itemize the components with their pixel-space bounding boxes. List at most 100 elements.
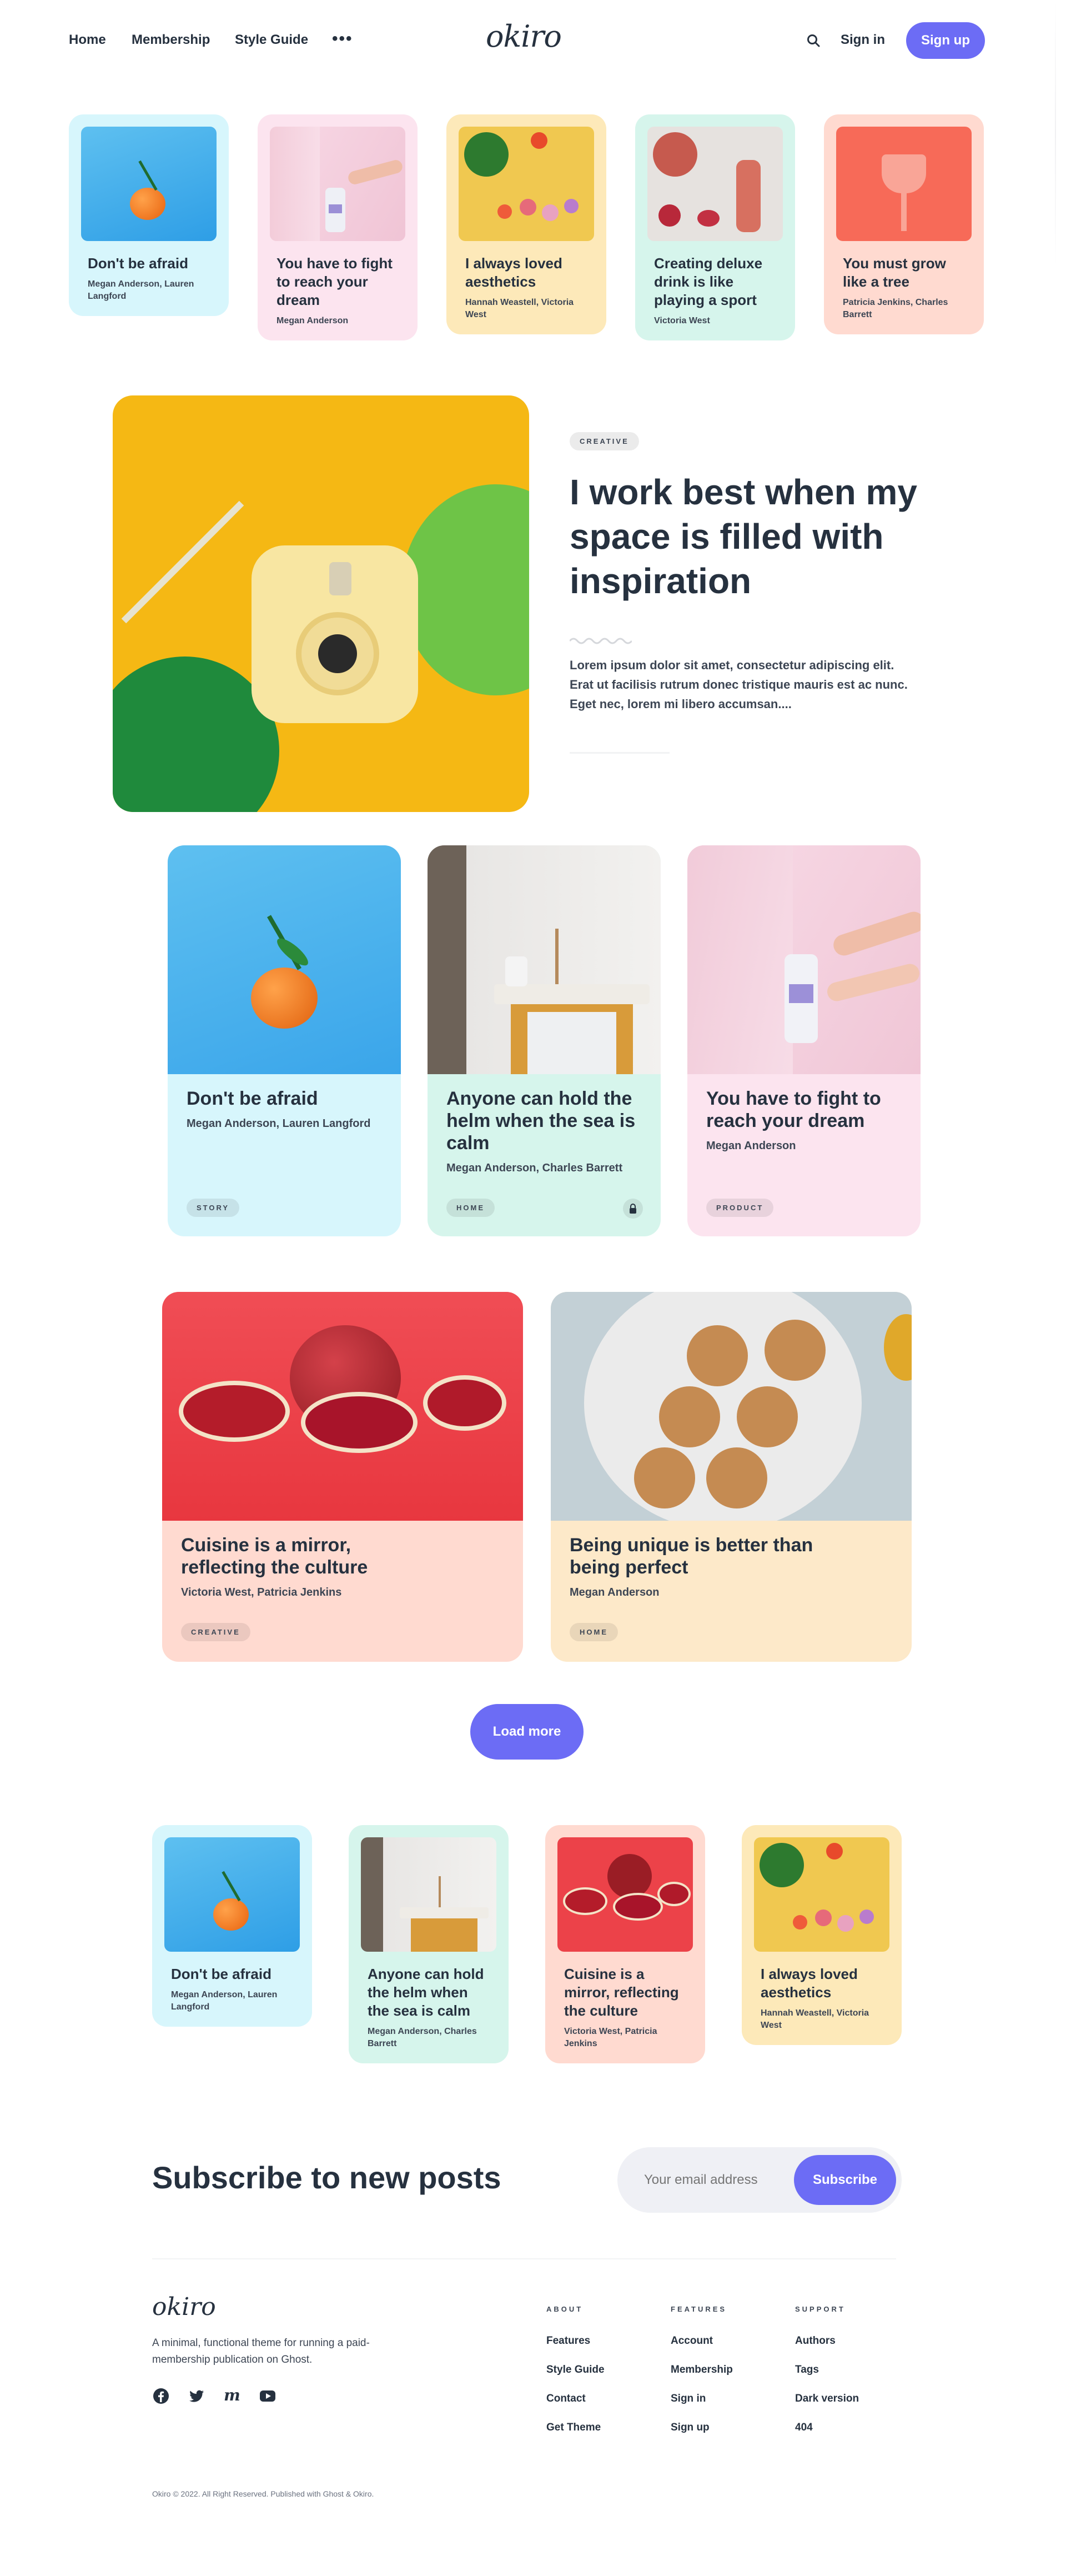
card-title[interactable]: Cuisine is a mirror, reflecting the cult… (181, 1534, 414, 1578)
pomegranate-image (162, 1292, 523, 1521)
table-image (361, 1837, 496, 1952)
site-logo[interactable]: okiro (486, 19, 562, 54)
copyright-text: Okiro © 2022. All Right Reserved. Publis… (152, 2489, 374, 2498)
nav-style-guide[interactable]: Style Guide (235, 32, 308, 48)
sign-up-button[interactable]: Sign up (906, 22, 985, 59)
pomegranate-image (557, 1837, 693, 1952)
related-card[interactable]: I always loved aesthetics Hannah Weastel… (742, 1825, 902, 2045)
post-card[interactable]: Cuisine is a mirror, reflecting the cult… (162, 1292, 523, 1662)
card-title[interactable]: Being unique is better than being perfec… (570, 1534, 825, 1578)
featured-title[interactable]: I work best when my space is filled with… (570, 470, 925, 603)
related-card[interactable]: Don't be afraid Megan Anderson, Lauren L… (152, 1825, 312, 2027)
subscribe-heading: Subscribe to new posts (152, 2160, 501, 2195)
edge-divider (1055, 0, 1056, 267)
nav-membership[interactable]: Membership (132, 32, 210, 48)
card-title[interactable]: You have to fight to reach your dream (706, 1087, 902, 1132)
card-title[interactable]: You must grow like a tree (836, 254, 972, 291)
card-authors[interactable]: Megan Anderson (270, 315, 405, 327)
card-title[interactable]: You have to fight to reach your dream (270, 254, 405, 309)
top-card[interactable]: Don't be afraid Megan Anderson, Lauren L… (69, 114, 229, 316)
medium-icon[interactable]: m (223, 2387, 241, 2405)
post-card[interactable]: Don't be afraid Megan Anderson, Lauren L… (168, 845, 401, 1236)
related-card[interactable]: Anyone can hold the helm when the sea is… (349, 1825, 509, 2063)
card-authors[interactable]: Victoria West (647, 315, 783, 327)
youtube-icon[interactable] (259, 2387, 276, 2405)
card-tag[interactable]: HOME (446, 1199, 495, 1217)
top-card[interactable]: You must grow like a tree Patricia Jenki… (824, 114, 984, 334)
email-input[interactable] (644, 2166, 783, 2194)
featured-excerpt: Lorem ipsum dolor sit amet, consectetur … (570, 658, 908, 711)
footer-link-account[interactable]: Account (671, 2335, 713, 2347)
card-authors[interactable]: Hannah Weastell, Victoria West (754, 2007, 889, 2032)
lock-icon (623, 1199, 643, 1219)
drink-image (647, 127, 783, 241)
footer-description: A minimal, functional theme for running … (152, 2337, 370, 2365)
facebook-icon[interactable] (152, 2387, 170, 2405)
subscribe-form: Subscribe (617, 2147, 902, 2213)
footer-link-404[interactable]: 404 (795, 2422, 813, 2434)
card-authors[interactable]: Megan Anderson, Lauren Langford (164, 1989, 300, 2013)
footer-link-get-theme[interactable]: Get Theme (546, 2422, 601, 2434)
footer-divider (152, 2258, 896, 2259)
card-title[interactable]: Creating deluxe drink is like playing a … (647, 254, 783, 309)
post-card[interactable]: Being unique is better than being perfec… (551, 1292, 912, 1662)
footer-column-heading: FEATURES (671, 2305, 727, 2313)
load-more-button[interactable]: Load more (470, 1704, 584, 1760)
footer-link-dark-version[interactable]: Dark version (795, 2393, 859, 2405)
card-tag[interactable]: CREATIVE (181, 1623, 250, 1641)
footer-link-contact[interactable]: Contact (546, 2393, 586, 2405)
card-title[interactable]: I always loved aesthetics (459, 254, 594, 291)
footer-link-style-guide[interactable]: Style Guide (546, 2364, 605, 2376)
related-card[interactable]: Cuisine is a mirror, reflecting the cult… (545, 1825, 705, 2063)
post-card[interactable]: You have to fight to reach your dream Me… (687, 845, 921, 1236)
twitter-icon[interactable] (188, 2387, 205, 2405)
card-authors[interactable]: Hannah Weastell, Victoria West (459, 297, 594, 321)
card-authors[interactable]: Megan Anderson, Lauren Langford (187, 1117, 382, 1130)
flowers-image (754, 1837, 889, 1952)
wave-divider (570, 638, 632, 644)
card-title[interactable]: Cuisine is a mirror, reflecting the cult… (557, 1965, 693, 2020)
search-icon[interactable] (806, 33, 821, 48)
card-authors[interactable]: Victoria West, Patricia Jenkins (181, 1586, 504, 1599)
footer-link-tags[interactable]: Tags (795, 2364, 819, 2376)
glass-image (836, 127, 972, 241)
card-authors[interactable]: Victoria West, Patricia Jenkins (557, 2026, 693, 2050)
card-authors[interactable]: Patricia Jenkins, Charles Barrett (836, 297, 972, 321)
camera-image[interactable] (113, 395, 529, 812)
top-card[interactable]: Creating deluxe drink is like playing a … (635, 114, 795, 340)
card-title[interactable]: Don't be afraid (164, 1965, 300, 1983)
footer-link-features[interactable]: Features (546, 2335, 590, 2347)
card-authors[interactable]: Megan Anderson (706, 1140, 902, 1152)
card-authors[interactable]: Megan Anderson, Charles Barrett (446, 1162, 642, 1175)
card-title[interactable]: Don't be afraid (81, 254, 217, 273)
footer-link-authors[interactable]: Authors (795, 2335, 836, 2347)
orange-image (168, 845, 401, 1074)
dots-icon[interactable]: ••• (332, 31, 353, 47)
card-title[interactable]: Anyone can hold the helm when the sea is… (446, 1087, 642, 1154)
subscribe-button[interactable]: Subscribe (794, 2155, 896, 2205)
card-authors[interactable]: Megan Anderson, Charles Barrett (361, 2026, 496, 2050)
card-authors[interactable]: Megan Anderson, Lauren Langford (81, 278, 217, 303)
footer-column-heading: SUPPORT (795, 2305, 846, 2313)
serum-image (270, 127, 405, 241)
footer-link-sign-in[interactable]: Sign in (671, 2393, 706, 2405)
sign-in-link[interactable]: Sign in (841, 32, 885, 48)
card-authors[interactable]: Megan Anderson (570, 1586, 893, 1599)
post-card[interactable]: Anyone can hold the helm when the sea is… (428, 845, 661, 1236)
card-tag[interactable]: HOME (570, 1623, 618, 1641)
top-card[interactable]: You have to fight to reach your dream Me… (258, 114, 418, 340)
card-title[interactable]: Don't be afraid (187, 1087, 382, 1110)
table-image (428, 845, 661, 1074)
footer-logo[interactable]: okiro (152, 2293, 216, 2321)
serum-image (687, 845, 921, 1074)
featured-tag[interactable]: CREATIVE (570, 432, 639, 450)
card-tag[interactable]: PRODUCT (706, 1199, 774, 1217)
card-title[interactable]: Anyone can hold the helm when the sea is… (361, 1965, 496, 2020)
footer-link-sign-up[interactable]: Sign up (671, 2422, 710, 2434)
top-card[interactable]: I always loved aesthetics Hannah Weastel… (446, 114, 606, 334)
card-tag[interactable]: STORY (187, 1199, 240, 1217)
orange-image (81, 127, 217, 241)
nav-home[interactable]: Home (69, 32, 106, 48)
card-title[interactable]: I always loved aesthetics (754, 1965, 889, 2002)
footer-link-membership[interactable]: Membership (671, 2364, 733, 2376)
